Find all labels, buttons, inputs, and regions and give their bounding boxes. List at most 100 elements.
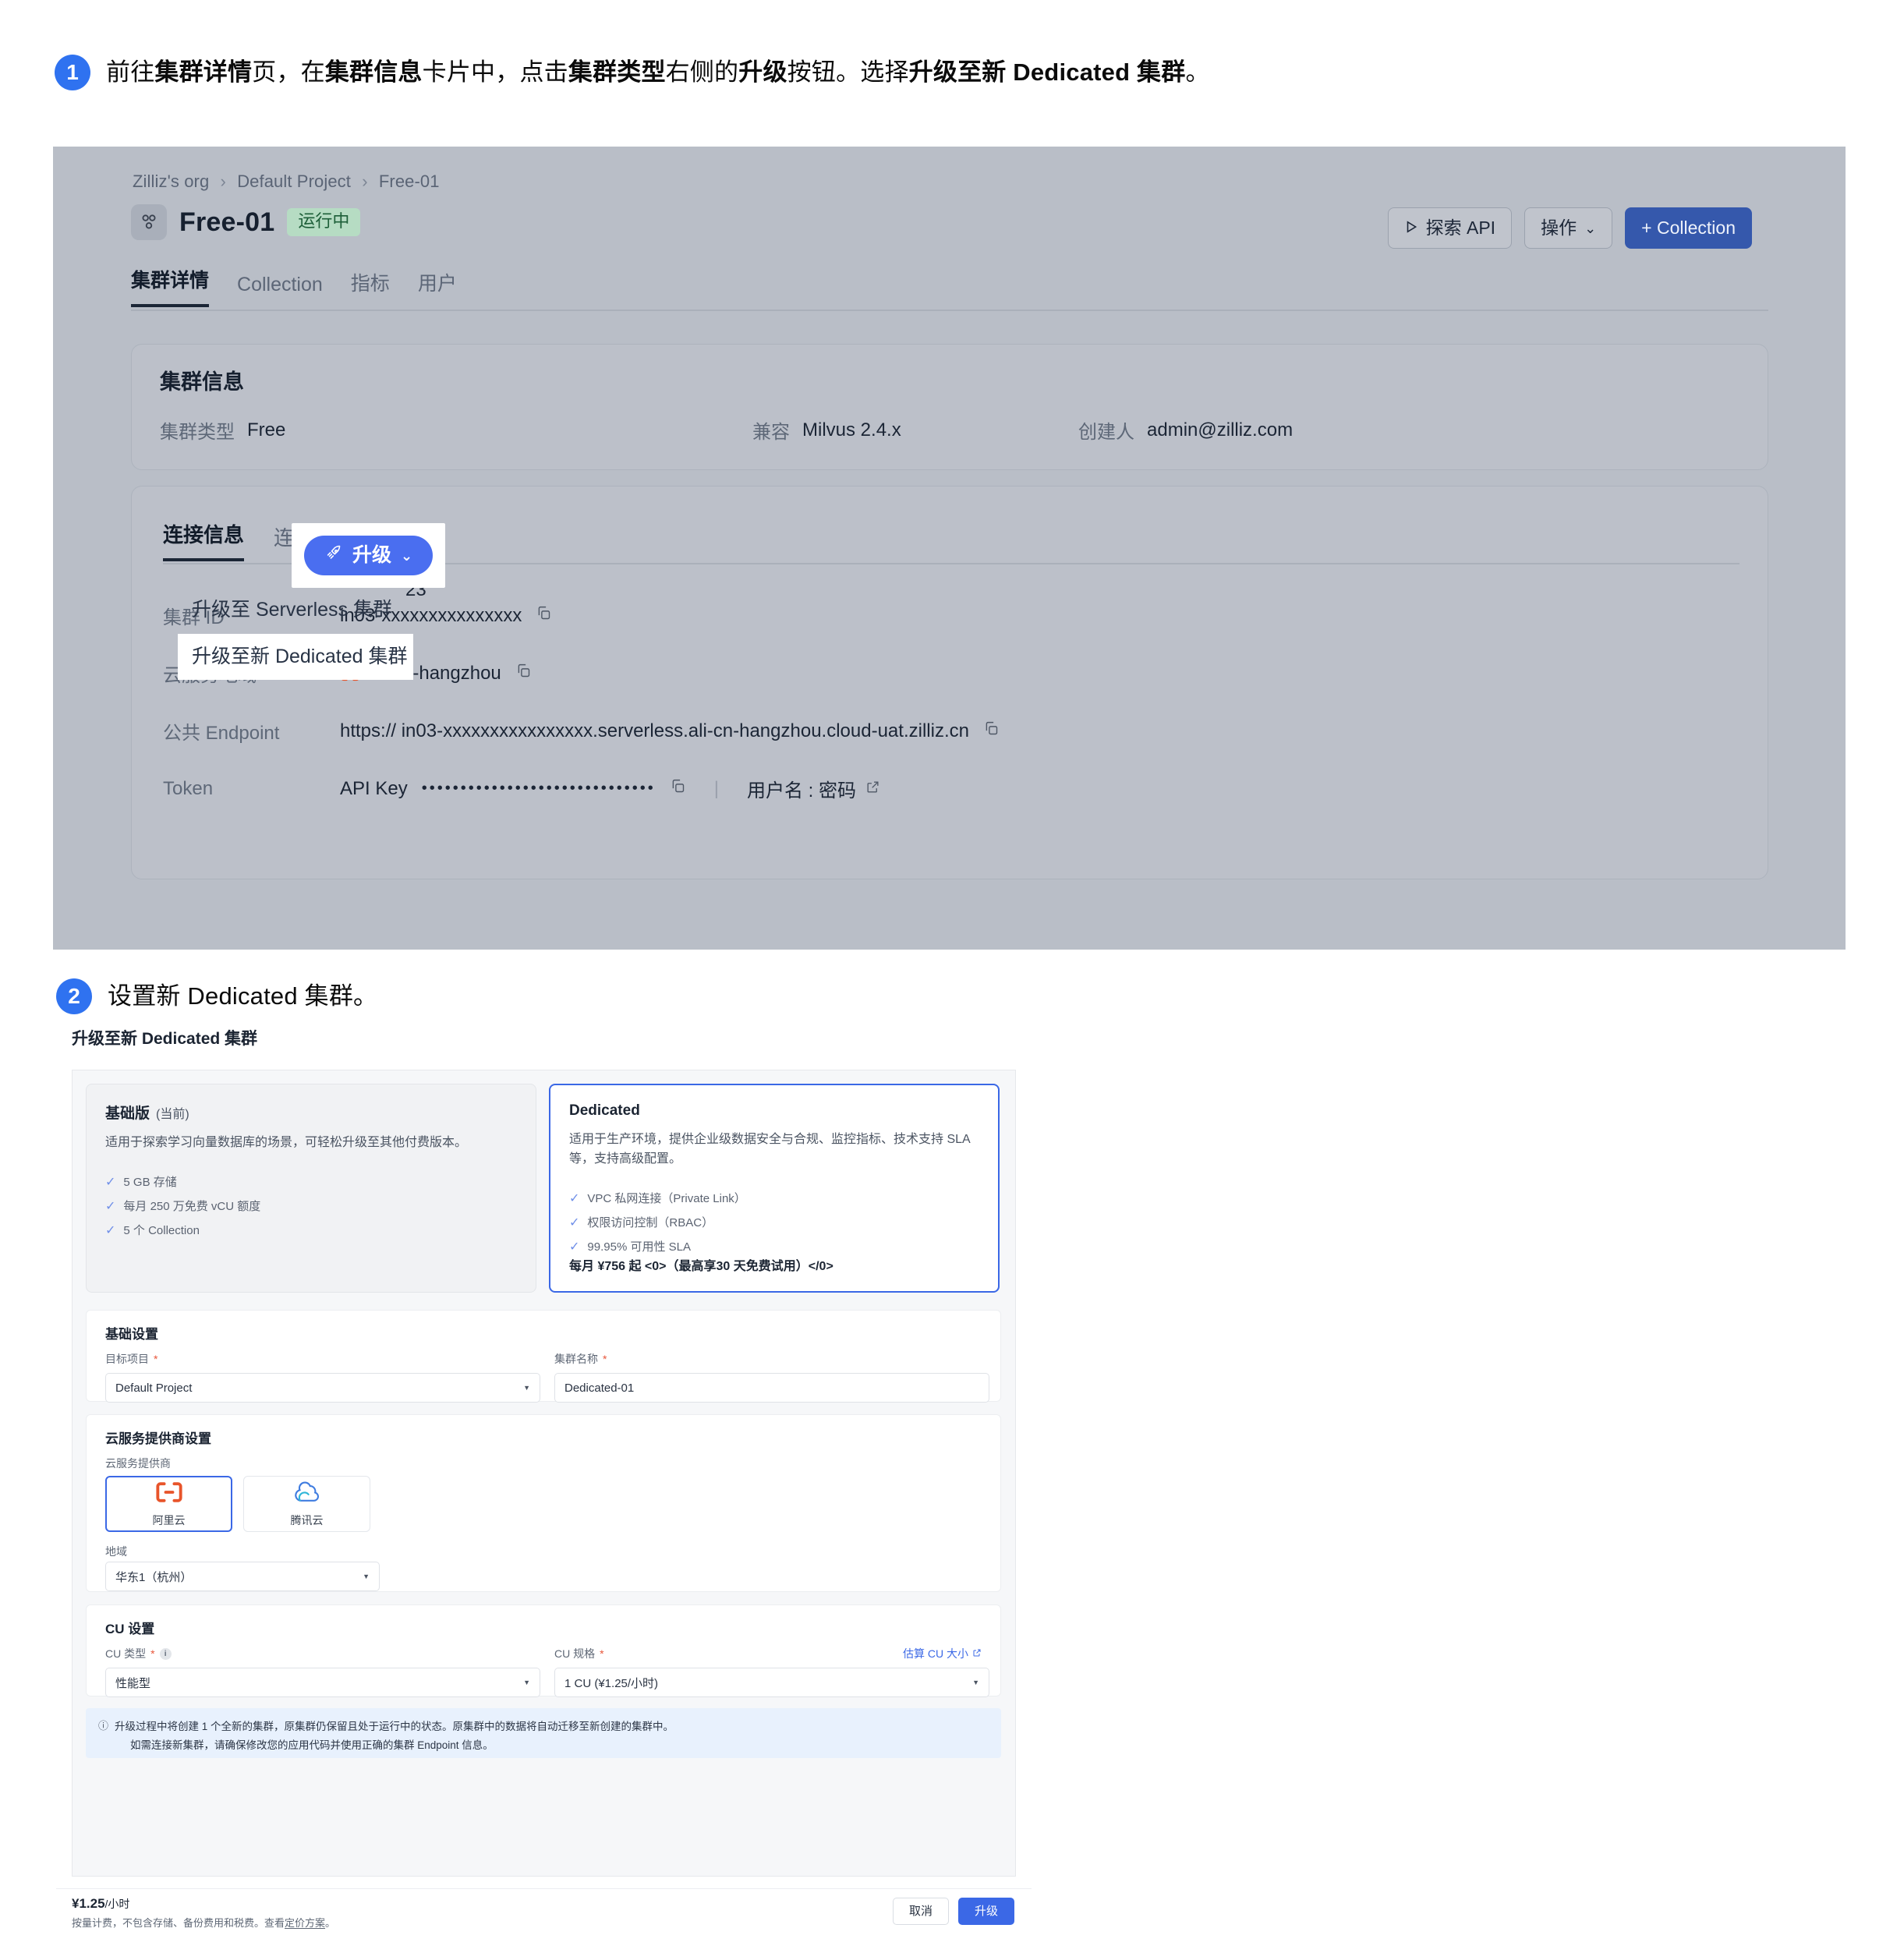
tab-collection[interactable]: Collection	[237, 274, 323, 307]
status-badge: 运行中	[287, 208, 361, 236]
cluster-detail-screenshot: Zilliz's org › Default Project › Free-01…	[53, 147, 1846, 950]
tab-cluster-detail[interactable]: 集群详情	[131, 265, 210, 307]
cluster-tabs: 集群详情 Collection 指标 用户	[131, 265, 457, 307]
cu-type-select[interactable]: 性能型 ▼	[105, 1668, 540, 1697]
breadcrumb-project[interactable]: Default Project	[237, 172, 351, 191]
plan-dedicated-description: 适用于生产环境，提供企业级数据安全与合规、监控指标、技术支持 SLA 等，支持高…	[569, 1133, 970, 1166]
plan-card-basic[interactable]: 基础版 (当前) 适用于探索学习向量数据库的场景，可轻松升级至其他付费版本。 ✓ 5…	[86, 1084, 536, 1293]
compat-label: 兼容	[752, 422, 790, 443]
check-icon: ✓	[569, 1215, 580, 1229]
plan-dedicated-feature: ✓ 权限访问控制（RBAC）	[569, 1211, 979, 1235]
breadcrumb-org[interactable]: Zilliz's org	[133, 172, 209, 191]
provider-aliyun-label: 阿里云	[152, 1513, 186, 1527]
target-project-label-text: 目标项目	[105, 1353, 149, 1365]
cluster-title-row: Free-01 运行中	[131, 204, 361, 240]
copy-icon[interactable]	[536, 605, 552, 627]
menu-item-upgrade-serverless[interactable]: 升级至 Serverless 集群	[178, 587, 413, 634]
owner-field: 创建人 admin@zilliz.com	[1078, 416, 1293, 444]
cu-spec-label-text: CU 规格	[554, 1647, 596, 1660]
cu-settings-fields: CU 类型 * i 性能型 ▼ CU 规格 * 1 CU (¥1.25/小时) ▼	[105, 1646, 989, 1697]
api-key-masked-value: ••••••••••••••••••••••••••••••	[421, 780, 656, 797]
plan-basic-feature-label: 每月 250 万免费 vCU 额度	[123, 1199, 261, 1213]
target-project-select[interactable]: Default Project ▼	[105, 1373, 540, 1403]
rocket-icon	[324, 544, 343, 567]
required-asterisk: *	[603, 1353, 607, 1365]
tab-metrics[interactable]: 指标	[351, 268, 390, 307]
aliyun-icon	[155, 1481, 183, 1508]
cluster-info-card: 集群信息 集群类型 Free 兼容 Milvus 2.4.x 创建人 admin…	[131, 344, 1768, 470]
copy-icon[interactable]	[515, 663, 532, 685]
plan-basic-current-tag: (当前)	[156, 1108, 189, 1121]
upgrade-button-label: 升级	[352, 544, 392, 566]
plan-basic-description: 适用于探索学习向量数据库的场景，可轻松升级至其他付费版本。	[105, 1136, 468, 1149]
user-password-label: 用户名 : 密码	[747, 780, 857, 801]
plan-basic-feature-label: 5 个 Collection	[123, 1224, 200, 1238]
plan-dedicated-price: 每月 ¥756 起 <0>（最高享30 天免费试用）</0>	[569, 1260, 833, 1273]
provider-option-tencent[interactable]: 腾讯云	[243, 1476, 370, 1532]
upgrade-dropdown-menu: 升级至 Serverless 集群 升级至新 Dedicated 集群	[178, 587, 413, 680]
token-label: Token	[163, 777, 214, 799]
footer-note: 按量计费，不包含存储、备份费用和税费。查看定价方案。	[72, 1915, 335, 1930]
actions-button[interactable]: 操作 ⌄	[1524, 207, 1613, 249]
cluster-name-label: 集群名称 *	[554, 1351, 989, 1367]
footer-price-row: ¥1.25/小时	[72, 1896, 335, 1912]
info-circle-icon: ⓘ	[98, 1720, 109, 1732]
check-icon: ✓	[105, 1224, 116, 1238]
upgrade-confirm-button[interactable]: 升级	[957, 1898, 1014, 1925]
cluster-type-value: Free	[247, 419, 286, 440]
basic-settings-fields: 目标项目 * Default Project ▼ 集群名称 * Dedicated-…	[105, 1351, 989, 1403]
dialog-title: 升级至新 Dedicated 集群	[72, 1030, 258, 1048]
dialog-body: 基础版 (当前) 适用于探索学习向量数据库的场景，可轻松升级至其他付费版本。 ✓ 5…	[72, 1070, 1016, 1877]
basic-settings-title: 基础设置	[105, 1327, 158, 1342]
cluster-name-input[interactable]: Dedicated-01	[554, 1373, 989, 1403]
plan-card-dedicated[interactable]: Dedicated 适用于生产环境，提供企业级数据安全与合规、监控指标、技术支持…	[549, 1084, 1000, 1293]
user-password-link[interactable]: 用户名 : 密码	[747, 775, 880, 802]
region-select[interactable]: 华东1（杭州） ▼	[105, 1562, 380, 1591]
breadcrumb-separator-1: ›	[220, 172, 226, 191]
menu-item-upgrade-dedicated[interactable]: 升级至新 Dedicated 集群	[178, 633, 413, 680]
step-2-text: 设置新 Dedicated 集群。	[108, 982, 378, 1010]
cluster-type-field: 集群类型 Free	[160, 416, 285, 444]
provider-tencent-label: 腾讯云	[290, 1513, 324, 1527]
compat-field: 兼容 Milvus 2.4.x	[752, 416, 901, 444]
breadcrumb[interactable]: Zilliz's org › Default Project › Free-01	[133, 172, 440, 192]
upgrade-button[interactable]: 升级 ⌄	[304, 536, 434, 575]
create-collection-button[interactable]: + Collection	[1625, 207, 1752, 249]
info-icon[interactable]: i	[159, 1647, 172, 1660]
cloud-provider-title: 云服务提供商设置	[105, 1431, 211, 1446]
target-project-value: Default Project	[115, 1381, 193, 1395]
owner-value: admin@zilliz.com	[1147, 419, 1294, 440]
cloud-provider-section: 云服务提供商设置 云服务提供商 阿里云 腾讯云 地域 华东1（杭州） ▼	[86, 1414, 1001, 1592]
required-asterisk: *	[154, 1353, 158, 1365]
cancel-button[interactable]: 取消	[892, 1898, 949, 1925]
step-1-instruction: 1 前往集群详情页，在集群信息卡片中，点击集群类型右侧的升级按钮。选择升级至新 …	[55, 55, 1210, 90]
plan-dedicated-header: Dedicated	[569, 1102, 979, 1120]
breadcrumb-cluster[interactable]: Free-01	[379, 172, 440, 191]
region-value: 华东1（杭州）	[115, 1570, 193, 1584]
pricing-plan-link[interactable]: 定价方案	[285, 1917, 325, 1929]
tab-connection-info[interactable]: 连接信息	[163, 519, 245, 561]
provider-option-aliyun[interactable]: 阿里云	[105, 1476, 232, 1532]
plan-basic-name: 基础版	[105, 1106, 150, 1122]
cluster-info-title: 集群信息	[160, 370, 244, 394]
required-asterisk: *	[150, 1647, 155, 1660]
upgrade-dialog-screenshot: 升级至新 Dedicated 集群 基础版 (当前) 适用于探索学习向量数据库的场…	[56, 1030, 1032, 1933]
explore-api-button[interactable]: 探索 API	[1387, 207, 1513, 249]
plan-dedicated-feature-label: VPC 私网连接（Private Link）	[587, 1191, 746, 1205]
breadcrumb-separator-2: ›	[362, 172, 368, 191]
tab-users[interactable]: 用户	[418, 268, 457, 307]
notice-line-2: 如需连接新集群，请确保修改您的应用代码并使用正确的集群 Endpoint 信息。	[130, 1739, 494, 1751]
copy-icon[interactable]	[983, 720, 1000, 742]
copy-icon[interactable]	[670, 778, 686, 800]
owner-label: 创建人	[1078, 422, 1134, 443]
cluster-node-icon	[131, 204, 167, 240]
plan-basic-feature: ✓ 每月 250 万免费 vCU 额度	[105, 1194, 517, 1219]
tencent-cloud-icon	[293, 1481, 321, 1508]
cu-spec-select[interactable]: 1 CU (¥1.25/小时) ▼	[554, 1668, 989, 1697]
public-endpoint-label: 公共 Endpoint	[163, 723, 280, 744]
cu-spec-label: CU 规格 *	[554, 1646, 989, 1661]
cluster-name-value: Dedicated-01	[564, 1381, 635, 1395]
cluster-name-label-text: 集群名称	[554, 1353, 598, 1365]
page-title: Free-01	[179, 207, 275, 237]
row-token: Token API Key ••••••••••••••••••••••••••…	[163, 775, 880, 802]
